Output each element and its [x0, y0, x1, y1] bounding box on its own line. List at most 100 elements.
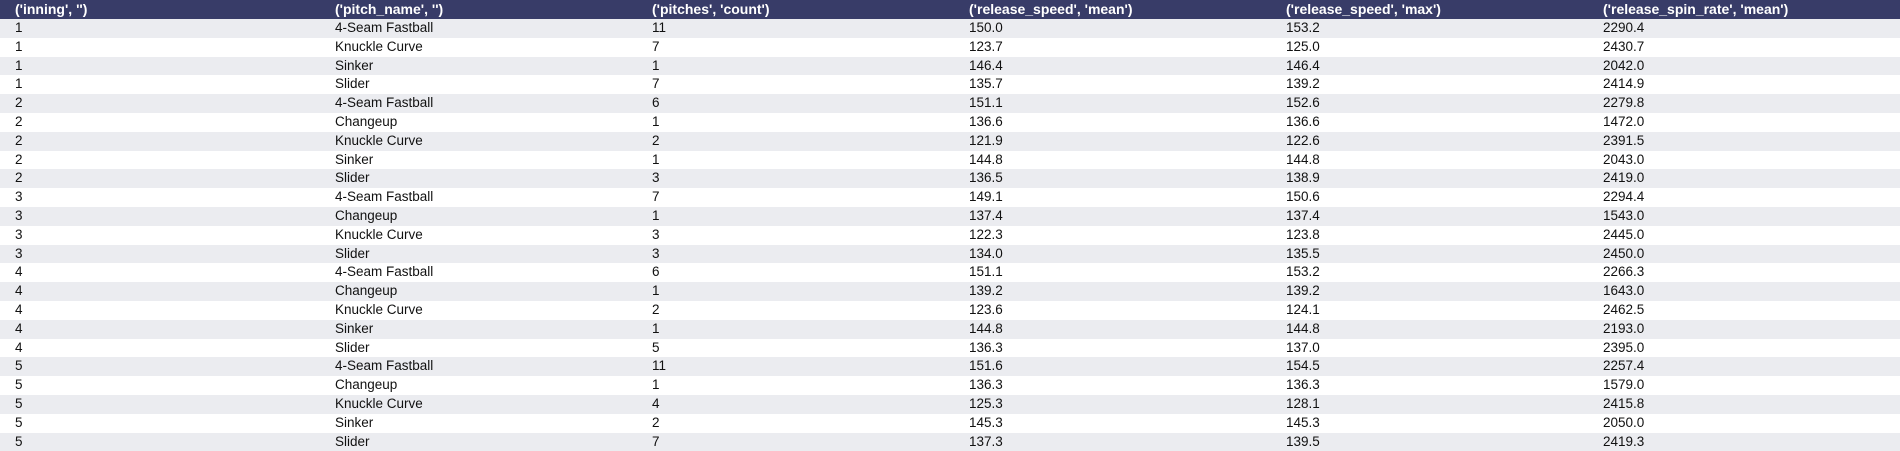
release-speed-mean-cell: 121.9 — [954, 131, 1271, 151]
pitches-count-cell: 1 — [637, 376, 954, 395]
inning-cell: 3 — [0, 206, 320, 226]
release-speed-max-cell: 138.9 — [1271, 169, 1588, 189]
release-speed-mean-cell: 144.8 — [954, 319, 1271, 339]
table-row[interactable]: 4 Slider 5 136.3 137.0 2395.0 — [0, 338, 1900, 358]
pitch-name-cell: Knuckle Curve — [320, 300, 637, 320]
table-row[interactable]: 1 Slider 7 135.7 139.2 2414.9 — [0, 75, 1900, 95]
pitches-count-cell: 1 — [637, 56, 954, 76]
inning-cell: 3 — [0, 188, 320, 207]
pitches-count-cell: 11 — [637, 19, 954, 38]
table-row[interactable]: 5 Slider 7 137.3 139.5 2419.3 — [0, 432, 1900, 451]
release-spin-rate-mean-cell: 1543.0 — [1588, 206, 1900, 226]
pitches-count-cell: 2 — [637, 413, 954, 433]
table-row[interactable]: 2 4-Seam Fastball 6 151.1 152.6 2279.8 — [0, 94, 1900, 113]
table-row[interactable]: 5 Changeup 1 136.3 136.3 1579.0 — [0, 376, 1900, 395]
pitches-count-cell: 7 — [637, 432, 954, 451]
pitch-name-cell: Knuckle Curve — [320, 37, 637, 57]
release-spin-rate-mean-cell: 1643.0 — [1588, 282, 1900, 301]
column-header-inning[interactable]: ('inning', '') — [0, 0, 320, 19]
pitches-count-cell: 1 — [637, 150, 954, 170]
table-row[interactable]: 3 Changeup 1 137.4 137.4 1543.0 — [0, 206, 1900, 226]
release-speed-mean-cell: 136.3 — [954, 376, 1271, 395]
release-speed-mean-cell: 151.1 — [954, 263, 1271, 283]
pitches-count-cell: 1 — [637, 282, 954, 301]
pitch-name-cell: Changeup — [320, 112, 637, 132]
pitches-count-cell: 7 — [637, 37, 954, 57]
pitch-name-cell: 4-Seam Fastball — [320, 94, 637, 113]
table-row[interactable]: 5 Knuckle Curve 4 125.3 128.1 2415.8 — [0, 394, 1900, 414]
pitch-name-cell: Slider — [320, 338, 637, 358]
column-header-release-speed-max[interactable]: ('release_speed', 'max') — [1271, 0, 1588, 19]
release-spin-rate-mean-cell: 2462.5 — [1588, 300, 1900, 320]
release-speed-mean-cell: 135.7 — [954, 75, 1271, 95]
release-speed-mean-cell: 151.1 — [954, 94, 1271, 113]
release-speed-mean-cell: 134.0 — [954, 244, 1271, 264]
data-table-container: ('inning', '') ('pitch_name', '') ('pitc… — [0, 0, 1900, 451]
column-header-pitch-name[interactable]: ('pitch_name', '') — [320, 0, 637, 19]
pitch-name-cell: 4-Seam Fastball — [320, 357, 637, 377]
release-speed-max-cell: 125.0 — [1271, 37, 1588, 57]
release-speed-mean-cell: 123.7 — [954, 37, 1271, 57]
table-row[interactable]: 4 Knuckle Curve 2 123.6 124.1 2462.5 — [0, 300, 1900, 320]
release-speed-max-cell: 136.3 — [1271, 376, 1588, 395]
table-row[interactable]: 4 Changeup 1 139.2 139.2 1643.0 — [0, 282, 1900, 301]
table-body: 1 4-Seam Fastball 11 150.0 153.2 2290.4 1 Knuck… — [0, 19, 1900, 451]
column-header-release-speed-mean[interactable]: ('release_speed', 'mean') — [954, 0, 1271, 19]
release-speed-max-cell: 145.3 — [1271, 413, 1588, 433]
release-spin-rate-mean-cell: 2193.0 — [1588, 319, 1900, 339]
pitch-name-cell: 4-Seam Fastball — [320, 263, 637, 283]
release-spin-rate-mean-cell: 2043.0 — [1588, 150, 1900, 170]
release-spin-rate-mean-cell: 1579.0 — [1588, 376, 1900, 395]
release-speed-mean-cell: 136.5 — [954, 169, 1271, 189]
release-spin-rate-mean-cell: 2430.7 — [1588, 37, 1900, 57]
release-speed-max-cell: 123.8 — [1271, 225, 1588, 245]
release-spin-rate-mean-cell: 2279.8 — [1588, 94, 1900, 113]
table-row[interactable]: 4 Sinker 1 144.8 144.8 2193.0 — [0, 319, 1900, 339]
release-speed-max-cell: 150.6 — [1271, 188, 1588, 207]
pitch-name-cell: Changeup — [320, 376, 637, 395]
pitches-count-cell: 6 — [637, 94, 954, 113]
table-row[interactable]: 4 4-Seam Fastball 6 151.1 153.2 2266.3 — [0, 263, 1900, 283]
table-row[interactable]: 5 Sinker 2 145.3 145.3 2050.0 — [0, 413, 1900, 433]
pitches-count-cell: 2 — [637, 300, 954, 320]
release-spin-rate-mean-cell: 2419.3 — [1588, 432, 1900, 451]
release-speed-max-cell: 137.0 — [1271, 338, 1588, 358]
table-row[interactable]: 3 4-Seam Fastball 7 149.1 150.6 2294.4 — [0, 188, 1900, 207]
pitches-count-cell: 4 — [637, 394, 954, 414]
release-speed-mean-cell: 137.4 — [954, 206, 1271, 226]
pitch-name-cell: Slider — [320, 169, 637, 189]
pitch-name-cell: Changeup — [320, 206, 637, 226]
table-row[interactable]: 2 Slider 3 136.5 138.9 2419.0 — [0, 169, 1900, 189]
table-row[interactable]: 2 Knuckle Curve 2 121.9 122.6 2391.5 — [0, 131, 1900, 151]
pitch-name-cell: Slider — [320, 244, 637, 264]
column-header-pitches-count[interactable]: ('pitches', 'count') — [637, 0, 954, 19]
data-table: ('inning', '') ('pitch_name', '') ('pitc… — [0, 0, 1900, 451]
release-speed-max-cell: 128.1 — [1271, 394, 1588, 414]
pitch-name-cell: Slider — [320, 432, 637, 451]
table-row[interactable]: 3 Knuckle Curve 3 122.3 123.8 2445.0 — [0, 225, 1900, 245]
pitch-name-cell: Knuckle Curve — [320, 394, 637, 414]
release-speed-mean-cell: 145.3 — [954, 413, 1271, 433]
inning-cell: 4 — [0, 263, 320, 283]
pitches-count-cell: 6 — [637, 263, 954, 283]
inning-cell: 1 — [0, 75, 320, 95]
pitches-count-cell: 1 — [637, 112, 954, 132]
release-spin-rate-mean-cell: 2450.0 — [1588, 244, 1900, 264]
release-spin-rate-mean-cell: 2266.3 — [1588, 263, 1900, 283]
table-row[interactable]: 1 Sinker 1 146.4 146.4 2042.0 — [0, 56, 1900, 76]
table-row[interactable]: 1 Knuckle Curve 7 123.7 125.0 2430.7 — [0, 37, 1900, 57]
table-header: ('inning', '') ('pitch_name', '') ('pitc… — [0, 0, 1900, 19]
pitches-count-cell: 1 — [637, 319, 954, 339]
table-row[interactable]: 1 4-Seam Fastball 11 150.0 153.2 2290.4 — [0, 19, 1900, 38]
inning-cell: 4 — [0, 319, 320, 339]
table-row[interactable]: 3 Slider 3 134.0 135.5 2450.0 — [0, 244, 1900, 264]
release-speed-max-cell: 153.2 — [1271, 263, 1588, 283]
column-header-release-spin-rate-mean[interactable]: ('release_spin_rate', 'mean') — [1588, 0, 1900, 19]
table-row[interactable]: 2 Changeup 1 136.6 136.6 1472.0 — [0, 112, 1900, 132]
table-row[interactable]: 5 4-Seam Fastball 11 151.6 154.5 2257.4 — [0, 357, 1900, 377]
table-row[interactable]: 2 Sinker 1 144.8 144.8 2043.0 — [0, 150, 1900, 170]
release-speed-mean-cell: 144.8 — [954, 150, 1271, 170]
release-speed-max-cell: 152.6 — [1271, 94, 1588, 113]
header-row: ('inning', '') ('pitch_name', '') ('pitc… — [0, 0, 1900, 19]
pitch-name-cell: 4-Seam Fastball — [320, 188, 637, 207]
